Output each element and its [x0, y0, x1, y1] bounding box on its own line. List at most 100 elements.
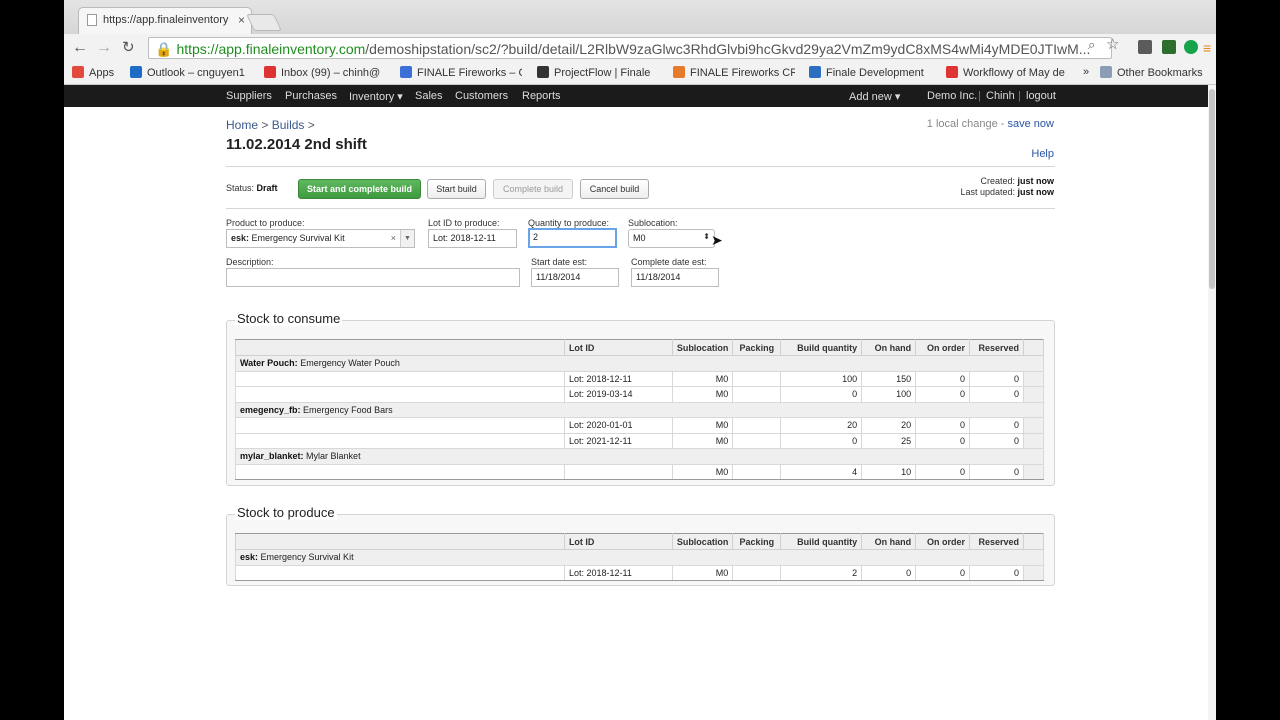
bookmark-projectflow[interactable]: ProjectFlow | Finale: [537, 66, 659, 79]
product-code: esk:: [240, 552, 259, 563]
nav-company[interactable]: Demo Inc.: [927, 90, 977, 102]
column-header-packing[interactable]: Packing: [732, 533, 782, 550]
complete-build-button[interactable]: Complete build: [493, 179, 573, 199]
other-bookmarks[interactable]: Other Bookmarks: [1100, 66, 1203, 79]
column-header-spacer: [1023, 339, 1044, 356]
updated-label: Last updated:: [960, 187, 1015, 197]
table-row[interactable]: M0 4 10 0 0: [235, 463, 1044, 480]
forward-arrow-icon[interactable]: →: [96, 38, 112, 58]
back-arrow-icon[interactable]: ←: [72, 38, 88, 58]
address-bar[interactable]: 🔒 https://app.finaleinventory.com/demoshi…: [148, 37, 1112, 59]
clear-icon[interactable]: ×: [391, 233, 396, 243]
folder-icon: [1100, 66, 1112, 78]
save-status: 1 local change - save now: [927, 118, 1054, 130]
nav-separator: |: [1018, 90, 1021, 102]
breadcrumb-builds[interactable]: Builds: [272, 118, 305, 132]
complete-date-input[interactable]: 11/18/2014: [631, 268, 719, 287]
product-code: mylar_blanket:: [240, 451, 304, 462]
column-header-on-order[interactable]: On order: [915, 533, 971, 550]
table-row[interactable]: Lot: 2020-01-01 M0 20 20 0 0: [235, 417, 1044, 434]
column-header-sublocation[interactable]: Sublocation: [671, 339, 734, 356]
quantity-input[interactable]: 2: [528, 228, 617, 248]
product-column-header: [235, 533, 565, 550]
app-navigation: Suppliers Purchases Inventory ▾ Sales Cu…: [64, 85, 1216, 107]
menu-icon[interactable]: ≡: [1203, 38, 1211, 58]
column-header-on-hand[interactable]: On hand: [861, 533, 917, 550]
projectflow-icon: [537, 66, 549, 78]
more-bookmarks-chevron-icon[interactable]: »: [1083, 66, 1089, 78]
apps-grid-icon: [72, 66, 84, 78]
product-combobox[interactable]: esk: Emergency Survival Kit × ▼: [226, 229, 415, 248]
column-header-build-quantity[interactable]: Build quantity: [780, 533, 863, 550]
start-date-input[interactable]: 11/18/2014: [531, 268, 619, 287]
column-header-reserved[interactable]: Reserved: [969, 339, 1024, 356]
gmail-icon: [946, 66, 958, 78]
grammarly-icon[interactable]: [1184, 40, 1198, 54]
bookmarks-bar: Apps Outlook – cnguyen1 Inbox (99) – chi…: [64, 62, 1216, 85]
nav-sales[interactable]: Sales: [415, 90, 443, 102]
nav-reports[interactable]: Reports: [522, 90, 561, 102]
bookmark-apps[interactable]: Apps: [72, 66, 114, 79]
bookmark-finale-fireworks[interactable]: FINALE Fireworks – C: [400, 66, 522, 79]
nav-inventory[interactable]: Inventory ▾: [349, 90, 403, 103]
on-order-cell: 0: [915, 432, 971, 449]
table-row[interactable]: Lot: 2019-03-14 M0 0 100 0 0: [235, 386, 1044, 403]
breadcrumb-home[interactable]: Home: [226, 118, 258, 132]
bookmark-workflowy[interactable]: Workflowy of May de: [946, 66, 1068, 79]
description-input[interactable]: [226, 268, 520, 287]
packing-cell: [732, 432, 782, 449]
close-tab-icon[interactable]: ×: [238, 13, 245, 27]
save-now-link[interactable]: save now: [1008, 118, 1054, 130]
table-row[interactable]: Lot: 2018-12-11 M0 100 150 0 0: [235, 370, 1044, 387]
lot-id-input[interactable]: Lot: 2018-12-11: [428, 229, 517, 248]
reserved-cell: 0: [969, 417, 1024, 434]
nav-customers[interactable]: Customers: [455, 90, 508, 102]
build-quantity-input[interactable]: 0: [780, 386, 863, 403]
column-header-build-quantity[interactable]: Build quantity: [780, 339, 863, 356]
star-icon[interactable]: ☆: [1106, 35, 1119, 53]
stock-to-produce-panel: Stock to produce Lot ID Sublocation Packin…: [226, 505, 1055, 586]
nav-user[interactable]: Chinh: [986, 90, 1015, 102]
product-name: Emergency Food Bars: [303, 404, 393, 415]
nav-add-new[interactable]: Add new ▾: [849, 90, 900, 103]
lot-id-cell: Lot: 2019-03-14: [563, 386, 673, 403]
nav-purchases[interactable]: Purchases: [285, 90, 337, 102]
sublocation-select[interactable]: M0 ⬍: [628, 229, 715, 248]
build-quantity-input[interactable]: 2: [780, 564, 863, 581]
nav-logout[interactable]: logout: [1026, 90, 1056, 102]
extension-icon[interactable]: [1162, 40, 1176, 54]
build-quantity-input[interactable]: 4: [780, 463, 863, 480]
column-header-on-hand[interactable]: On hand: [861, 339, 917, 356]
bookmark-outlook[interactable]: Outlook – cnguyen1: [130, 66, 248, 79]
cancel-build-button[interactable]: Cancel build: [580, 179, 649, 199]
chevron-down-icon[interactable]: ▼: [400, 230, 414, 247]
build-quantity-input[interactable]: 20: [780, 417, 863, 434]
on-order-cell: 0: [915, 564, 971, 581]
status-badge: Draft: [256, 183, 278, 193]
page-scrollbar[interactable]: [1208, 85, 1216, 720]
build-quantity-input[interactable]: 0: [780, 432, 863, 449]
column-header-on-order[interactable]: On order: [915, 339, 971, 356]
column-header-sublocation[interactable]: Sublocation: [671, 533, 734, 550]
scrollbar-thumb[interactable]: [1209, 89, 1215, 289]
bookmark-finale-crm[interactable]: FINALE Fireworks CR: [673, 66, 795, 79]
table-row[interactable]: Lot: 2018-12-11 M0 2 0 0 0: [235, 564, 1044, 581]
start-and-complete-build-button[interactable]: Start and complete build: [298, 179, 421, 199]
search-icon[interactable]: ⌕: [1088, 37, 1095, 53]
on-hand-cell: 100: [861, 386, 917, 403]
column-header-reserved[interactable]: Reserved: [969, 533, 1024, 550]
evernote-icon[interactable]: [1138, 40, 1152, 54]
start-build-button[interactable]: Start build: [427, 179, 486, 199]
browser-tab[interactable]: https://app.finaleinventory ×: [78, 7, 252, 34]
column-header-packing[interactable]: Packing: [732, 339, 782, 356]
table-row[interactable]: Lot: 2021-12-11 M0 0 25 0 0: [235, 432, 1044, 449]
help-link[interactable]: Help: [1031, 148, 1054, 160]
nav-suppliers[interactable]: Suppliers: [226, 90, 272, 102]
bookmark-finale-dev[interactable]: Finale Development: [809, 66, 931, 79]
build-quantity-input[interactable]: 100: [780, 370, 863, 387]
description-label: Description:: [226, 257, 274, 267]
column-header-lot-id[interactable]: Lot ID: [563, 339, 673, 356]
reload-icon[interactable]: ↻: [122, 38, 135, 58]
column-header-lot-id[interactable]: Lot ID: [563, 533, 673, 550]
bookmark-gmail[interactable]: Inbox (99) – chinh@: [264, 66, 386, 79]
